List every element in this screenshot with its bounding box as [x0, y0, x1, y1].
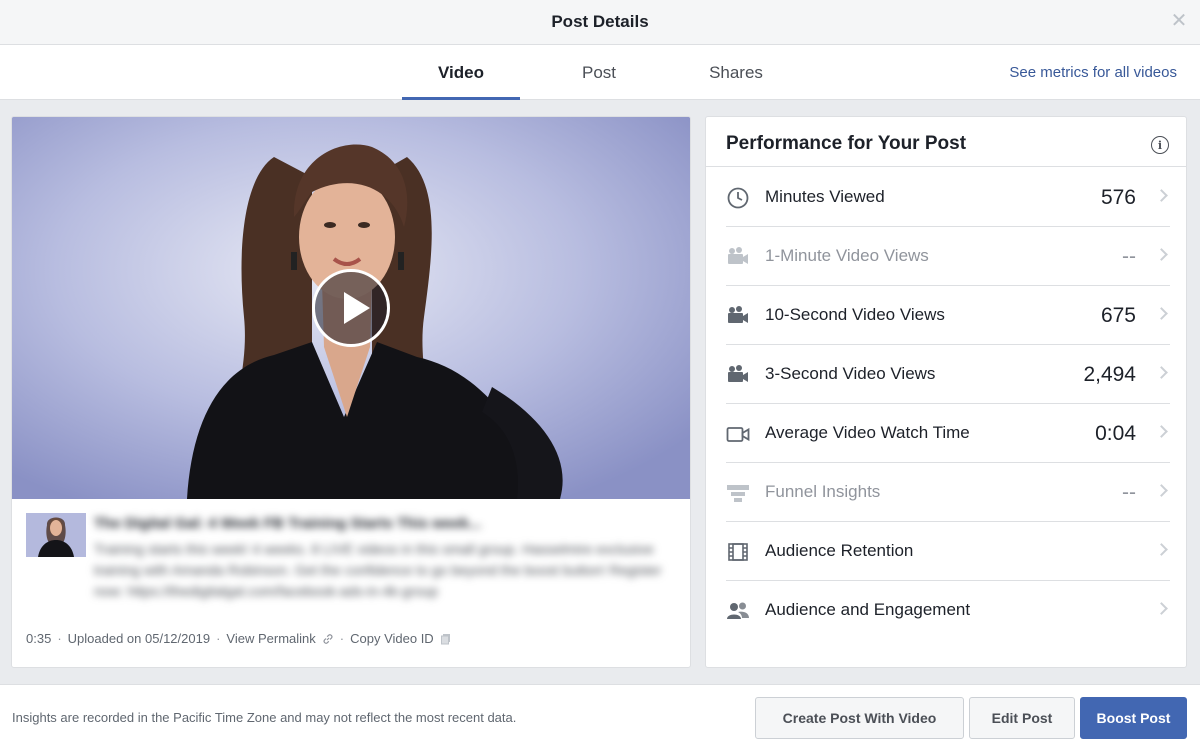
post-thumbnail [26, 513, 86, 557]
edit-post-button[interactable]: Edit Post [969, 697, 1075, 739]
create-post-with-video-button[interactable]: Create Post With Video [755, 697, 964, 739]
play-button[interactable] [312, 269, 390, 347]
chevron-right-icon [1155, 543, 1168, 556]
metric-row-3-second-views[interactable]: 3-Second Video Views 2,494 [726, 345, 1170, 404]
boost-post-button[interactable]: Boost Post [1080, 697, 1187, 739]
chevron-right-icon [1155, 484, 1168, 497]
metric-row-minutes-viewed[interactable]: Minutes Viewed 576 [726, 168, 1170, 227]
view-permalink-link[interactable]: View Permalink [226, 631, 315, 646]
chevron-right-icon [1155, 189, 1168, 202]
see-metrics-link[interactable]: See metrics for all videos [1009, 64, 1177, 81]
chevron-right-icon [1155, 366, 1168, 379]
metric-value: -- [1122, 481, 1136, 504]
chevron-right-icon [1155, 248, 1168, 261]
metric-row-10-second-views[interactable]: 10-Second Video Views 675 [726, 286, 1170, 345]
metric-value: -- [1122, 245, 1136, 268]
separator: · [339, 631, 345, 646]
copy-video-id-link[interactable]: Copy Video ID [350, 631, 434, 646]
dialog-footer: Insights are recorded in the Pacific Tim… [0, 684, 1200, 749]
video-player[interactable] [12, 117, 690, 499]
chevron-right-icon [1155, 602, 1168, 615]
metric-row-funnel-insights[interactable]: Funnel Insights -- [726, 463, 1170, 522]
post-body-blurred: Training starts this week! 4 weeks. 8 LI… [94, 541, 662, 599]
metric-value: 576 [1100, 186, 1136, 209]
metric-label: Audience and Engagement [765, 600, 971, 619]
metric-label: Funnel Insights [765, 482, 881, 501]
clock-icon [726, 186, 750, 210]
chevron-right-icon [1155, 425, 1168, 438]
metric-label: 3-Second Video Views [765, 364, 936, 383]
metric-row-1-minute-views[interactable]: 1-Minute Video Views -- [726, 227, 1170, 286]
tab-shares[interactable]: Shares [677, 45, 795, 100]
metric-row-audience-engagement[interactable]: Audience and Engagement [726, 581, 1170, 640]
video-camera-icon [726, 245, 750, 269]
film-strip-icon [726, 540, 750, 564]
upload-date: Uploaded on 05/12/2019 [67, 631, 211, 646]
copy-icon [440, 633, 452, 645]
dialog-title: Post Details [551, 12, 649, 31]
chevron-right-icon [1155, 307, 1168, 320]
link-icon [322, 633, 334, 645]
timezone-note: Insights are recorded in the Pacific Tim… [12, 710, 517, 725]
video-camera-icon [726, 304, 750, 328]
performance-title: Performance for Your Post [726, 133, 967, 154]
post-title-blurred: The Digital Gal: 4 Week FB Training Star… [94, 515, 482, 532]
performance-card: Performance for Your Post i Minutes View… [705, 116, 1187, 668]
metric-row-avg-watch-time[interactable]: Average Video Watch Time 0:04 [726, 404, 1170, 463]
video-card: The Digital Gal: 4 Week FB Training Star… [11, 116, 691, 668]
metric-row-audience-retention[interactable]: Audience Retention [726, 522, 1170, 581]
video-camera-icon [726, 363, 750, 387]
separator: · [216, 631, 221, 646]
tab-video[interactable]: Video [402, 45, 520, 100]
separator: · [57, 631, 62, 646]
video-meta: 0:35 · Uploaded on 05/12/2019 · View Per… [26, 631, 452, 646]
close-icon[interactable]: ✕ [1170, 11, 1188, 31]
video-duration: 0:35 [26, 631, 52, 646]
dialog-header: Post Details ✕ [0, 0, 1200, 45]
metric-label: Minutes Viewed [765, 187, 885, 206]
metric-label: Audience Retention [765, 541, 914, 560]
tab-bar: Video Post Shares See metrics for all vi… [0, 45, 1200, 100]
metric-value: 675 [1100, 304, 1136, 327]
metric-label: Average Video Watch Time [765, 423, 970, 442]
camcorder-icon [726, 422, 750, 446]
metric-label: 1-Minute Video Views [765, 246, 929, 265]
performance-header: Performance for Your Post i [706, 117, 1186, 167]
funnel-icon [726, 481, 750, 505]
metric-value: 0:04 [1095, 422, 1136, 445]
post-preview: The Digital Gal: 4 Week FB Training Star… [26, 513, 676, 599]
tab-post[interactable]: Post [540, 45, 658, 100]
people-icon [726, 599, 750, 623]
metric-value: 2,494 [1083, 363, 1136, 386]
info-icon[interactable]: i [1151, 136, 1169, 154]
metric-label: 10-Second Video Views [765, 305, 945, 324]
